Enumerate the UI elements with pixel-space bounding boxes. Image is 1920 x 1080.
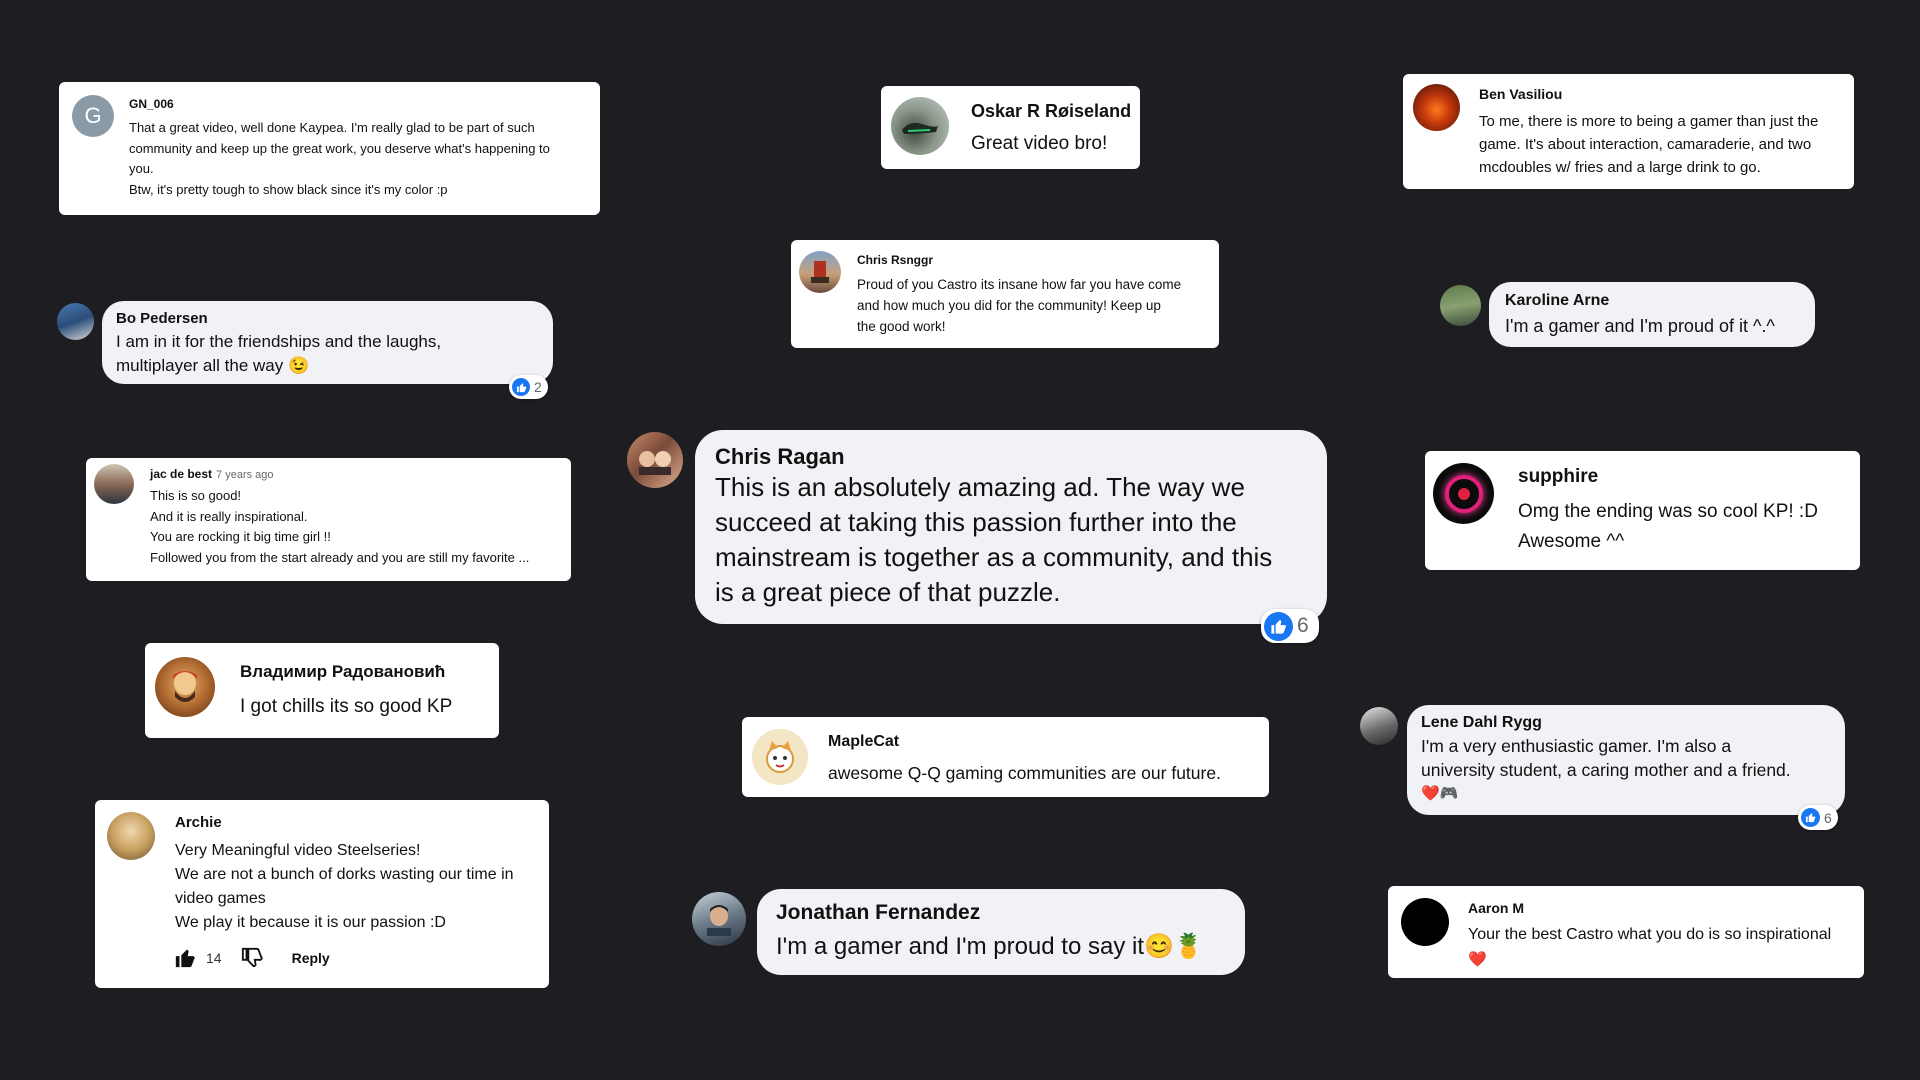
reply-button[interactable]: Reply xyxy=(292,950,330,966)
thumbs-up-icon[interactable] xyxy=(173,947,197,969)
like-icon xyxy=(512,378,530,396)
comment-text: This is so good! And it is really inspir… xyxy=(150,488,530,565)
comment-author[interactable]: jac de best 7 years ago xyxy=(150,467,274,481)
avatar[interactable]: G xyxy=(72,95,114,137)
comment-author[interactable]: GN_006 xyxy=(129,97,174,111)
comment-bubble-lene: Lene Dahl Rygg I'm a very enthusiastic g… xyxy=(1407,705,1845,815)
comment-actions: 14 Reply xyxy=(173,947,330,969)
comment-text: To me, there is more to being a gamer th… xyxy=(1479,113,1819,176)
comment-text: That a great video, well done Kaypea. I'… xyxy=(129,120,550,197)
comment-text: I got chills its so good KP xyxy=(240,696,453,717)
comment-text: Omg the ending was so cool KP! :D Awesom… xyxy=(1518,501,1818,552)
comment-author[interactable]: Aaron M xyxy=(1468,900,1524,916)
avatar[interactable] xyxy=(1440,285,1481,326)
avatar[interactable] xyxy=(1413,84,1460,131)
thumbs-down-icon[interactable] xyxy=(240,947,264,969)
like-count: 14 xyxy=(206,950,222,966)
like-count: 6 xyxy=(1297,614,1309,637)
avatar[interactable] xyxy=(107,812,155,860)
comment-card-ben: Ben Vasiliou To me, there is more to bei… xyxy=(1403,74,1854,189)
avatar[interactable] xyxy=(692,892,746,946)
comment-card-jac: jac de best 7 years ago This is so good! … xyxy=(86,458,571,581)
comment-card-maplecat: MapleCat awesome Q-Q gaming communities … xyxy=(742,717,1269,797)
comment-text: I am in it for the friendships and the l… xyxy=(116,332,442,375)
comment-text: I'm a very enthusiastic gamer. I'm also … xyxy=(1421,736,1791,802)
avatar[interactable] xyxy=(752,729,808,785)
comment-author[interactable]: Archie xyxy=(175,814,222,831)
like-count: 2 xyxy=(534,379,542,395)
comment-author[interactable]: Jonathan Fernandez xyxy=(776,901,980,925)
avatar[interactable] xyxy=(1401,898,1449,946)
comment-text: Your the best Castro what you do is so i… xyxy=(1468,926,1832,968)
avatar[interactable] xyxy=(799,251,841,293)
comment-text: I'm a gamer and I'm proud of it ^.^ xyxy=(1505,316,1775,336)
comment-text: awesome Q-Q gaming communities are our f… xyxy=(828,763,1221,783)
comment-author[interactable]: Oskar R Røiseland xyxy=(971,101,1131,122)
comment-timestamp: 7 years ago xyxy=(216,469,274,481)
avatar[interactable] xyxy=(1360,707,1398,745)
avatar[interactable] xyxy=(1433,463,1494,524)
logo-icon xyxy=(1444,474,1483,513)
like-icon xyxy=(1801,808,1820,827)
like-icon xyxy=(1264,611,1293,641)
comment-text: Great video bro! xyxy=(971,133,1108,154)
like-count: 6 xyxy=(1824,809,1832,826)
avatar[interactable] xyxy=(57,303,94,340)
comment-bubble-bo: Bo Pedersen I am in it for the friendshi… xyxy=(102,301,553,384)
comment-card-chris-rsnggr: Chris Rsnggr Proud of you Castro its ins… xyxy=(791,240,1219,348)
comment-card-aaron: Aaron M Your the best Castro what you do… xyxy=(1388,886,1864,978)
comment-bubble-karoline: Karoline Arne I'm a gamer and I'm proud … xyxy=(1489,282,1815,347)
comment-text: Proud of you Castro its insane how far y… xyxy=(857,277,1182,334)
comment-card-archie: Archie Very Meaningful video Steelseries… xyxy=(95,800,549,988)
comment-author[interactable]: MapleCat xyxy=(828,733,899,751)
comment-bubble-chris-ragan: Chris Ragan This is an absolutely amazin… xyxy=(695,430,1327,624)
comment-author[interactable]: Chris Rsnggr xyxy=(857,253,933,267)
reaction-badge[interactable]: 6 xyxy=(1798,805,1838,830)
comment-card-supphire: supphire Omg the ending was so cool KP! … xyxy=(1425,451,1860,570)
comment-text: This is an absolutely amazing ad. The wa… xyxy=(715,472,1273,607)
comment-bubble-jonathan: Jonathan Fernandez I'm a gamer and I'm p… xyxy=(757,889,1245,975)
reaction-badge[interactable]: 6 xyxy=(1261,609,1319,643)
avatar[interactable] xyxy=(891,97,949,155)
comment-card-oskar: Oskar R Røiseland Great video bro! xyxy=(881,86,1140,169)
comment-author[interactable]: Ben Vasiliou xyxy=(1479,86,1562,102)
comment-card-vladimir: Владимир Радовановић I got chills its so… xyxy=(145,643,499,738)
comment-author[interactable]: Karoline Arne xyxy=(1505,292,1609,310)
reaction-badge[interactable]: 2 xyxy=(509,375,548,399)
avatar[interactable] xyxy=(155,657,215,717)
avatar[interactable] xyxy=(94,464,134,504)
comment-text: Very Meaningful video Steelseries! We ar… xyxy=(175,842,514,931)
comment-author[interactable]: Lene Dahl Rygg xyxy=(1421,714,1542,732)
comment-author[interactable]: supphire xyxy=(1518,466,1598,488)
comment-author[interactable]: Bo Pedersen xyxy=(116,310,208,327)
comment-author[interactable]: Владимир Радовановић xyxy=(240,662,445,682)
avatar[interactable] xyxy=(627,432,683,488)
comment-author[interactable]: Chris Ragan xyxy=(715,444,845,470)
comment-card-gn006: G GN_006 That a great video, well done K… xyxy=(59,82,600,215)
comment-text: I'm a gamer and I'm proud to say it😊🍍 xyxy=(776,933,1204,960)
